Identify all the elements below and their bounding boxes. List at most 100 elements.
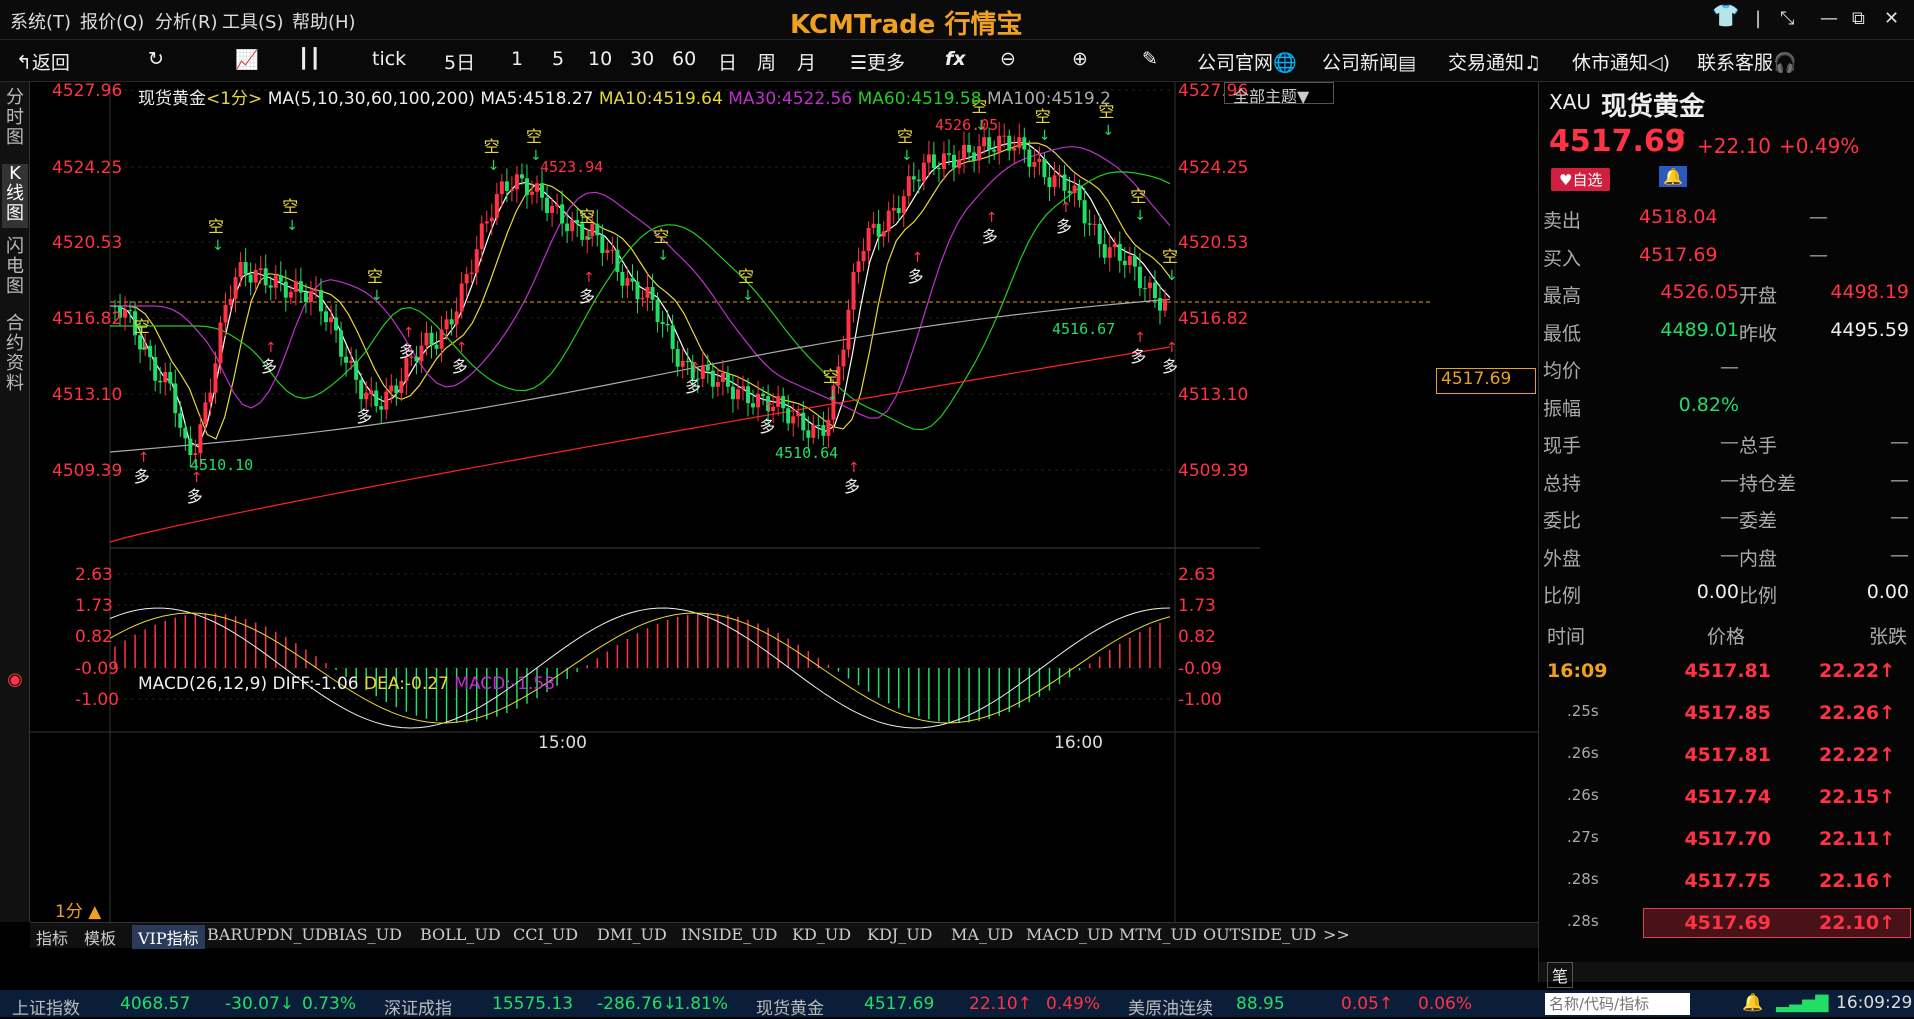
status-index-name[interactable]: 深证成指: [384, 994, 452, 1019]
target-icon[interactable]: ◉: [2, 670, 28, 690]
quote-label: 买入: [1543, 247, 1582, 270]
candle-body: [911, 176, 916, 180]
favorite-button[interactable]: ♥自选: [1551, 168, 1611, 191]
tab-timeshare[interactable]: 分时图: [2, 88, 28, 148]
trade-time: .27s: [1567, 828, 1599, 846]
menu-help[interactable]: 帮助(H): [292, 8, 356, 34]
period-day[interactable]: 日: [718, 48, 737, 75]
link-holiday-notice[interactable]: 休市通知◁): [1572, 48, 1670, 75]
alert-bell-icon[interactable]: 🔔: [1659, 166, 1687, 187]
ma-params[interactable]: MA(5,10,30,60,100,200): [268, 89, 475, 109]
shrink-icon[interactable]: ⤡: [1780, 8, 1794, 29]
indicator-tab[interactable]: BARUPDN_UD: [207, 925, 328, 944]
indicator-tab[interactable]: BIAS_UD: [327, 925, 402, 944]
quote-value: —: [1809, 243, 1828, 266]
indicator-tab[interactable]: >>: [1323, 925, 1350, 944]
period-1min[interactable]: 1: [511, 48, 523, 70]
indicator-tab[interactable]: CCI_UD: [513, 925, 578, 944]
period-30min[interactable]: 30: [630, 48, 654, 70]
line-chart-icon[interactable]: 📈: [235, 48, 259, 71]
quote-value: —: [1890, 431, 1909, 453]
period-toggle[interactable]: 1分 ▲: [55, 897, 101, 922]
indicator-tab[interactable]: 模板: [84, 925, 116, 949]
zoom-in-icon[interactable]: ⊕: [1072, 48, 1088, 70]
indicator-tab[interactable]: BOLL_UD: [420, 925, 501, 944]
link-company-news[interactable]: 公司新闻▤: [1322, 48, 1416, 75]
minimize-icon[interactable]: —: [1820, 8, 1838, 29]
candle-body: [213, 363, 218, 393]
link-company-site[interactable]: 公司官网🌐: [1197, 48, 1297, 75]
period-5day[interactable]: 5日: [444, 48, 475, 75]
status-index-change: -30.07↓: [225, 994, 295, 1014]
tab-contract-info[interactable]: 合约资料: [2, 314, 28, 398]
candle-body: [163, 372, 168, 383]
candle-body: [846, 309, 851, 350]
trades-header-price: 价格: [1707, 626, 1746, 648]
candle-body: [1132, 256, 1137, 267]
candle-body: [705, 365, 710, 371]
candle-body: [801, 412, 806, 431]
back-button[interactable]: ↰返回: [16, 48, 70, 75]
period-tick[interactable]: tick: [372, 48, 406, 70]
short-signal-label: 空: [823, 367, 839, 386]
candle-body: [670, 325, 675, 349]
candle-body: [339, 330, 344, 357]
instrument-name: 现货黄金: [138, 89, 206, 109]
menu-system[interactable]: 系统(T): [10, 8, 71, 34]
candle-body: [263, 268, 268, 286]
quote-label: 比例: [1543, 585, 1582, 607]
indicator-tab[interactable]: MACD_UD: [1026, 925, 1113, 944]
menu-quote[interactable]: 报价(Q): [80, 8, 144, 34]
link-trade-notice[interactable]: 交易通知♫: [1448, 48, 1541, 75]
candle-body: [228, 298, 233, 305]
candle-body: [524, 178, 529, 195]
formula-button[interactable]: fx: [945, 48, 966, 70]
shirt-icon[interactable]: 👕: [1712, 4, 1739, 29]
menu-analysis[interactable]: 分析(R): [155, 8, 218, 34]
period-week[interactable]: 周: [757, 48, 776, 75]
indicator-tab[interactable]: MA_UD: [951, 925, 1013, 944]
period-month[interactable]: 月: [797, 48, 816, 75]
indicator-tab[interactable]: KD_UD: [792, 925, 851, 944]
refresh-icon[interactable]: ↻: [148, 48, 164, 70]
period-10min[interactable]: 10: [588, 48, 612, 70]
status-index-name[interactable]: 现货黄金: [756, 994, 824, 1019]
macd-params[interactable]: MACD(26,12,9): [138, 674, 267, 694]
candle-body: [791, 416, 796, 424]
close-icon[interactable]: ✕: [1884, 8, 1899, 29]
dea-value: DEA:-0.27: [364, 674, 449, 694]
link-support[interactable]: 联系客服🎧: [1697, 48, 1797, 75]
candlestick-icon[interactable]: ┃┃: [298, 48, 321, 70]
candle-body: [258, 268, 263, 270]
indicator-tab[interactable]: MTM_UD: [1119, 925, 1197, 944]
status-index-name[interactable]: 美原油连续: [1128, 994, 1213, 1019]
status-index-name[interactable]: 上证指数: [12, 994, 80, 1019]
period-5min[interactable]: 5: [552, 48, 564, 70]
indicator-tab[interactable]: DMI_UD: [597, 925, 667, 944]
kline-chart[interactable]: 空↓空↓空↓空↓空↓空↓空↓ 空↓空↓空↓空↓空↓ 空↓空↓空↓空↓↑多 ↑多↑多↑多…: [30, 82, 1538, 922]
diff-value: DIFF:-1.06: [272, 674, 359, 694]
indicator-tab[interactable]: VIP指标: [132, 925, 205, 949]
candle-body: [901, 196, 906, 214]
notification-bell-icon[interactable]: 🔔: [1742, 993, 1763, 1013]
period-60min[interactable]: 60: [672, 48, 696, 70]
tab-kline[interactable]: K线图: [2, 164, 28, 228]
menu-tools[interactable]: 工具(S): [222, 8, 283, 34]
quote-value: 4526.05: [1660, 281, 1739, 303]
more-button[interactable]: ☰更多: [850, 48, 905, 75]
candle-body: [987, 137, 992, 150]
pen-icon[interactable]: ✎: [1142, 48, 1158, 70]
indicator-tab[interactable]: OUTSIDE_UD: [1203, 925, 1316, 944]
quote-value: —: [1890, 543, 1909, 566]
search-input[interactable]: [1545, 993, 1690, 1015]
period-indicator[interactable]: <1分>: [206, 89, 262, 109]
theme-select[interactable]: 全部主题▼: [1224, 82, 1334, 106]
indicator-tab[interactable]: KDJ_UD: [867, 925, 933, 944]
pen-tab[interactable]: 笔: [1547, 962, 1574, 988]
indicator-tab[interactable]: 指标: [36, 925, 68, 949]
news-icon: ▤: [1398, 52, 1416, 74]
restore-icon[interactable]: ⧉: [1852, 8, 1865, 29]
tab-flash[interactable]: 闪电图: [2, 237, 28, 301]
zoom-out-icon[interactable]: ⊖: [1000, 48, 1016, 70]
indicator-tab[interactable]: INSIDE_UD: [681, 925, 777, 944]
